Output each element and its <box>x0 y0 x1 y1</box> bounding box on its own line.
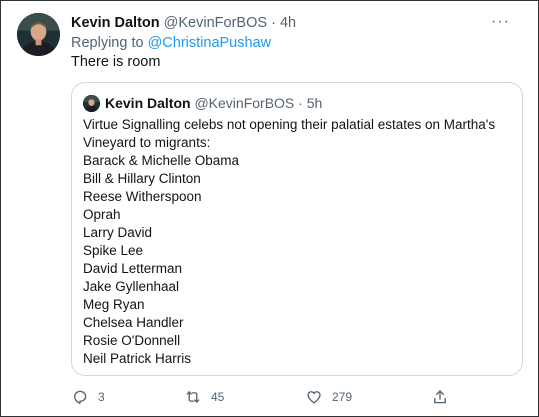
quoted-line: Larry David <box>83 225 153 240</box>
reply-button[interactable]: 3 <box>71 387 105 407</box>
like-count: 279 <box>332 390 353 404</box>
share-button[interactable] <box>431 387 449 407</box>
replying-to-mention[interactable]: @ChristinaPushaw <box>148 35 272 51</box>
quoted-line: Reese Witherspoon <box>83 189 202 204</box>
quoted-tweet[interactable]: Kevin Dalton @KevinForBOS · 5h Virtue Si… <box>71 82 523 376</box>
quoted-timestamp: 5h <box>306 95 323 111</box>
quoted-line: Vineyard to migrants: <box>83 135 211 150</box>
replying-to-line: Replying to @ChristinaPushaw <box>71 34 271 52</box>
quoted-line: David Letterman <box>83 261 183 276</box>
quoted-line: Jake Gyllenhaal <box>83 279 180 294</box>
tweet-card: Kevin Dalton @KevinForBOS · 4h ··· Reply… <box>0 0 539 417</box>
share-icon <box>431 388 449 406</box>
quoted-header: Kevin Dalton @KevinForBOS · 5h <box>105 94 322 112</box>
author-handle[interactable]: @KevinForBOS <box>164 15 267 31</box>
quoted-author-name: Kevin Dalton <box>105 95 191 111</box>
quoted-line: Meg Ryan <box>83 297 145 312</box>
tweet-header: Kevin Dalton @KevinForBOS · 4h <box>71 14 296 32</box>
retweet-count: 45 <box>211 390 225 404</box>
author-name[interactable]: Kevin Dalton <box>71 15 160 31</box>
heart-icon <box>305 388 323 406</box>
quoted-line: Chelsea Handler <box>83 315 184 330</box>
quoted-line: Virtue Signalling celebs not opening the… <box>83 117 496 132</box>
retweet-icon <box>184 388 202 406</box>
author-avatar[interactable] <box>17 13 60 56</box>
reply-count: 3 <box>98 390 105 404</box>
quoted-author-handle: @KevinForBOS <box>194 95 295 111</box>
quoted-line: Barack & Michelle Obama <box>83 153 240 168</box>
quoted-line: Oprah <box>83 207 121 222</box>
reply-icon <box>71 388 89 406</box>
replying-prefix: Replying to <box>71 35 144 51</box>
tweet-text: There is room <box>71 54 161 70</box>
separator-dot: · <box>271 15 276 31</box>
quoted-text: Virtue Signalling celebs not opening the… <box>83 116 513 368</box>
quoted-line: Rosie O'Donnell <box>83 333 181 348</box>
tweet-timestamp[interactable]: 4h <box>280 15 296 31</box>
quoted-line: Bill & Hillary Clinton <box>83 171 201 186</box>
separator-dot: · <box>298 95 303 111</box>
like-button[interactable]: 279 <box>305 387 352 407</box>
quoted-author-avatar <box>83 95 100 112</box>
quoted-line: Spike Lee <box>83 243 144 258</box>
more-options-icon[interactable]: ··· <box>491 13 510 31</box>
retweet-button[interactable]: 45 <box>184 387 224 407</box>
action-bar: 3 45 279 <box>71 387 531 407</box>
quoted-line: Neil Patrick Harris <box>83 351 192 366</box>
